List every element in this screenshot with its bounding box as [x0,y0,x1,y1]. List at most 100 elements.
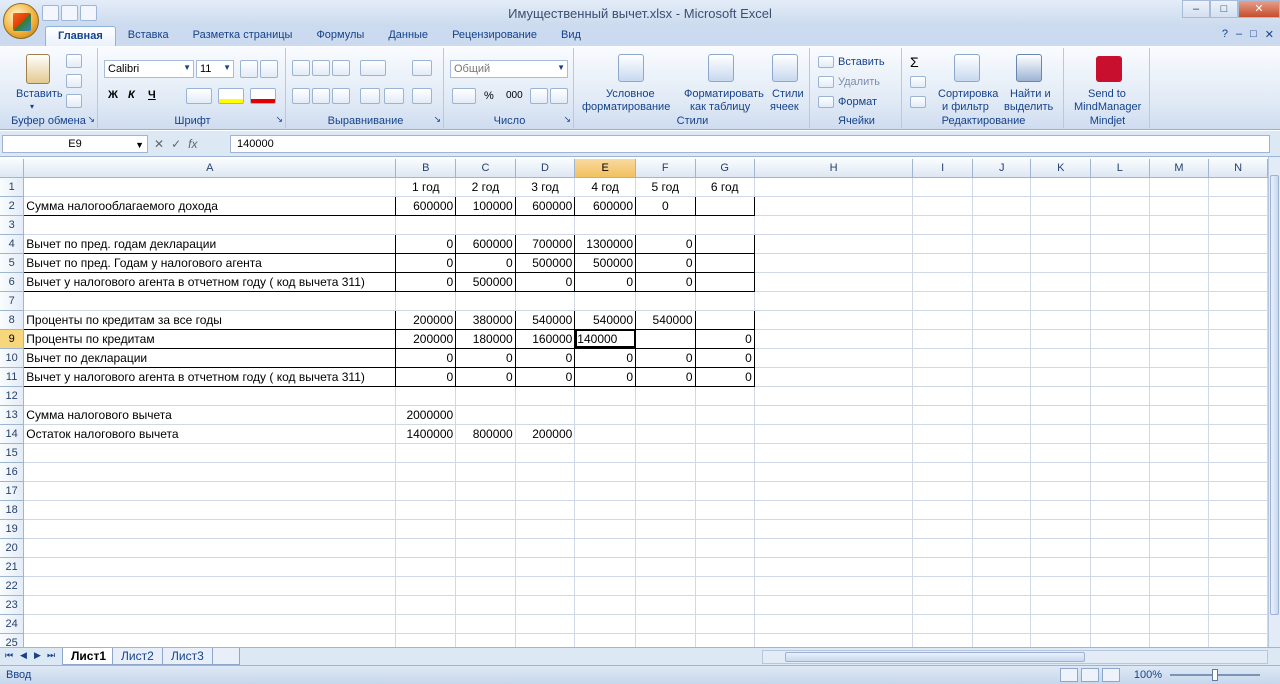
cell-G12[interactable] [695,386,755,406]
cell-B11[interactable]: 0 [395,366,457,387]
cell-J11[interactable] [972,367,1032,387]
cell-L7[interactable] [1090,291,1150,311]
cell-E14[interactable] [574,424,637,444]
cell-L18[interactable] [1090,500,1150,520]
cell-M23[interactable] [1149,595,1210,615]
cell-J25[interactable] [972,633,1032,647]
cell-A8[interactable]: Проценты по кредитам за все годы [23,309,397,330]
cell-B12[interactable] [395,386,457,406]
cell-C6[interactable]: 500000 [455,271,516,292]
cell-A24[interactable] [23,614,397,634]
cell-K13[interactable] [1030,405,1092,425]
cell-A3[interactable] [23,215,397,235]
cell-E16[interactable] [574,462,637,482]
cell-C2[interactable]: 100000 [455,195,516,216]
cell-L12[interactable] [1090,386,1150,406]
cell-E25[interactable] [574,633,637,647]
cell-G8[interactable] [694,309,755,330]
cell-K6[interactable] [1030,272,1092,292]
help-icon[interactable]: ? [1222,28,1228,41]
cell-C13[interactable] [455,405,516,425]
cell-styles-icon[interactable] [772,54,798,82]
cell-D2[interactable]: 600000 [514,195,576,216]
cell-D17[interactable] [515,481,576,501]
cell-I25[interactable] [912,633,973,647]
cell-E20[interactable] [574,538,637,558]
cell-H4[interactable] [754,234,914,254]
cell-F18[interactable] [635,500,696,520]
cell-D16[interactable] [515,462,576,482]
cell-E7[interactable] [574,291,637,311]
cell-B23[interactable] [395,595,457,615]
cell-N23[interactable] [1208,595,1268,615]
cell-B21[interactable] [395,557,457,577]
cell-G3[interactable] [695,215,755,235]
fill-icon[interactable] [910,76,926,88]
cell-A17[interactable] [23,481,397,501]
cell-E17[interactable] [574,481,637,501]
zoom-slider-thumb[interactable] [1212,669,1218,681]
next-sheet-icon[interactable]: ▶ [34,650,41,661]
cell-B3[interactable] [395,215,457,235]
cell-D9[interactable]: 160000 [514,328,576,349]
sort-filter-icon[interactable] [954,54,980,82]
cell-N4[interactable] [1208,234,1268,254]
cell-J16[interactable] [972,462,1032,482]
cell-M11[interactable] [1149,367,1210,387]
cell-B4[interactable]: 0 [395,233,457,254]
cell-I22[interactable] [912,576,973,596]
cell-B1[interactable]: 1 год [395,177,457,197]
cell-N5[interactable] [1208,253,1268,273]
paste-dropdown-icon[interactable]: ▾ [30,102,34,111]
comma-style-button[interactable]: 000 [506,90,523,101]
column-header-H[interactable]: H [754,159,914,178]
cell-I20[interactable] [912,538,973,558]
send-to-line1[interactable]: Send to [1088,88,1126,100]
cell-N25[interactable] [1208,633,1268,647]
cell-G19[interactable] [695,519,755,539]
cell-C14[interactable]: 800000 [455,424,516,444]
cell-D12[interactable] [515,386,576,406]
cell-C10[interactable]: 0 [455,347,516,368]
cell-C17[interactable] [455,481,516,501]
cell-M10[interactable] [1149,348,1210,368]
cell-G16[interactable] [695,462,755,482]
row-header-10[interactable]: 10 [0,348,25,368]
sort-filter-line1[interactable]: Сортировка [938,88,998,100]
cell-C18[interactable] [455,500,516,520]
cell-B14[interactable]: 1400000 [395,424,457,444]
cell-A13[interactable]: Сумма налогового вычета [23,405,397,425]
cell-N11[interactable] [1208,367,1268,387]
cell-I23[interactable] [912,595,973,615]
row-header-4[interactable]: 4 [0,234,25,254]
row-header-8[interactable]: 8 [0,310,25,330]
cell-N8[interactable] [1208,310,1268,330]
row-header-15[interactable]: 15 [0,443,25,463]
cell-M14[interactable] [1149,424,1210,444]
row-header-21[interactable]: 21 [0,557,25,577]
cell-N9[interactable] [1208,329,1268,349]
cell-J8[interactable] [972,310,1032,330]
cell-H21[interactable] [754,557,914,577]
cell-I15[interactable] [912,443,973,463]
cell-K7[interactable] [1030,291,1092,311]
paste-icon[interactable] [26,54,50,84]
normal-view-icon[interactable] [1060,668,1078,682]
align-left-icon[interactable] [292,88,310,104]
cell-G2[interactable] [694,195,755,216]
cell-H19[interactable] [754,519,914,539]
cell-K10[interactable] [1030,348,1092,368]
column-header-A[interactable]: A [23,159,397,178]
cell-D1[interactable]: 3 год [515,177,576,197]
cell-F17[interactable] [635,481,696,501]
cell-C15[interactable] [455,443,516,463]
cell-N16[interactable] [1208,462,1268,482]
cell-M15[interactable] [1149,443,1210,463]
find-select-icon[interactable] [1016,54,1042,82]
cell-M1[interactable] [1149,177,1210,197]
cell-J20[interactable] [972,538,1032,558]
cell-A18[interactable] [23,500,397,520]
cell-J9[interactable] [972,329,1032,349]
cell-E3[interactable] [574,215,637,235]
decrease-indent-icon[interactable] [360,88,380,104]
